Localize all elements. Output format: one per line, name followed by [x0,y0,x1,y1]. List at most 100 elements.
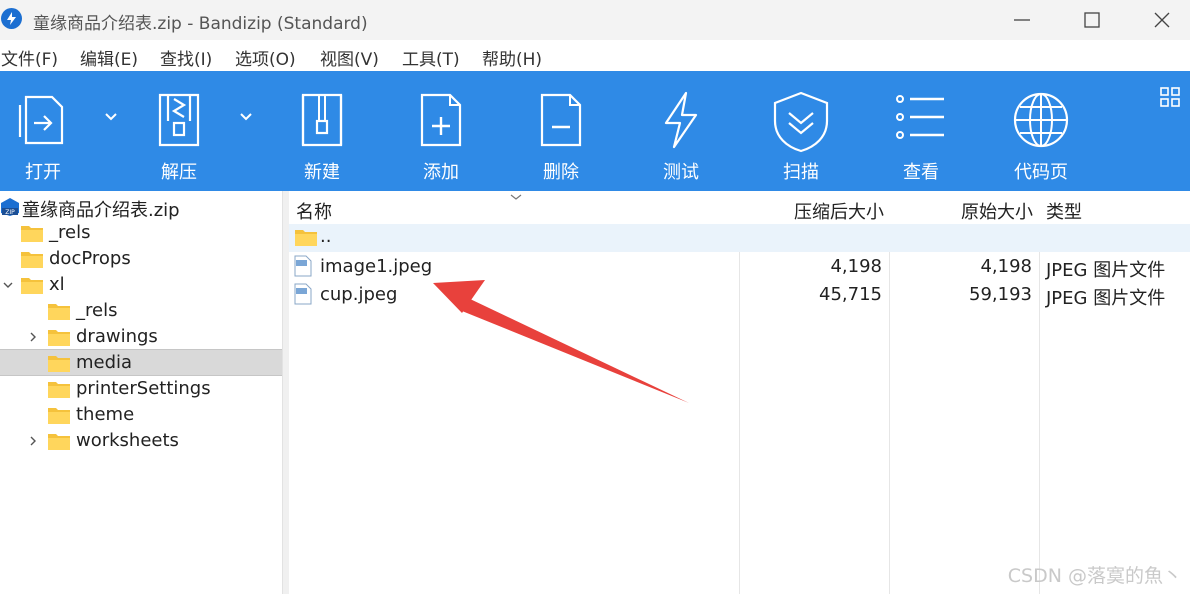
open-label: 打开 [25,162,61,183]
open-button[interactable]: 打开 [0,71,98,191]
test-button[interactable]: 测试 [626,71,736,191]
menu-find[interactable]: 查找(I) [160,45,212,70]
globe-icon [1013,92,1069,148]
folder-icon [21,278,43,294]
tree-item-label: drawings [76,326,158,347]
folder-icon [295,230,317,246]
tree-item-label: worksheets [76,430,179,451]
menu-bar: 文件(F) 编辑(E) 查找(I) 选项(O) 视图(V) 工具(T) 帮助(H… [0,40,1190,71]
extract-label: 解压 [161,162,197,183]
original-size: 59,193 [969,284,1032,305]
file-type: JPEG 图片文件 [1046,260,1166,281]
menu-tools[interactable]: 工具(T) [402,45,460,70]
add-label: 添加 [423,162,459,183]
folder-icon [48,408,70,424]
delete-label: 删除 [543,162,579,183]
folder-icon [48,304,70,320]
chevron-right-icon[interactable] [27,435,39,447]
tree-item-label: docProps [49,248,131,269]
new-archive-icon [301,93,343,147]
folder-icon [48,356,70,372]
view-icon [896,95,944,139]
maximize-icon [1084,12,1100,28]
close-button[interactable] [1127,0,1190,40]
minimize-icon [1014,19,1030,21]
add-icon [420,93,462,147]
view-button[interactable]: 查看 [866,71,976,191]
zip-archive-icon: ZIP [1,198,19,216]
folder-icon [21,226,43,242]
maximize-button[interactable] [1057,0,1127,40]
column-header-name[interactable]: 名称 [296,198,332,224]
compressed-size: 4,198 [830,256,882,277]
jpeg-file-icon [294,283,312,305]
svg-text:ZIP: ZIP [5,209,15,216]
test-label: 测试 [663,162,699,183]
close-icon [1154,12,1170,28]
new-archive-button[interactable]: 新建 [267,71,377,191]
scan-icon [773,91,829,153]
column-header-compressed[interactable]: 压缩后大小 [794,198,884,224]
tree-item-label: printerSettings [76,378,211,399]
tree-item-theme[interactable]: theme [0,402,282,428]
tree-item-xl-rels[interactable]: _rels [0,298,282,324]
tree-item-label: media [76,352,133,373]
tree-item-worksheets[interactable]: worksheets [0,428,282,454]
menu-help[interactable]: 帮助(H) [482,45,542,70]
tree-item-docprops[interactable]: docProps [0,246,282,272]
layout-grid-icon[interactable] [1160,87,1180,107]
delete-icon [540,93,582,147]
folder-icon [48,330,70,346]
tree-item-label: _rels [76,300,118,321]
add-button[interactable]: 添加 [386,71,496,191]
extract-dropdown-chevron-icon[interactable] [238,111,254,123]
tree-item-media[interactable]: media [0,349,282,376]
delete-button[interactable]: 删除 [506,71,616,191]
tree-item-label: xl [49,274,65,295]
tree-root[interactable]: ZIP 童缘商品介绍表.zip [0,194,282,221]
tree-item-drawings[interactable]: drawings [0,324,282,350]
scan-label: 扫描 [783,162,819,183]
compressed-size: 45,715 [819,284,882,305]
codepage-button[interactable]: 代码页 [986,71,1096,191]
folder-icon [48,382,70,398]
open-dropdown-chevron-icon[interactable] [103,111,119,123]
file-list: 名称 压缩后大小 原始大小 类型 .. image1.jpeg 4,198 4,… [289,191,1190,594]
table-row[interactable]: image1.jpeg 4,198 4,198 JPEG 图片文件 [289,252,1190,281]
original-size: 4,198 [980,256,1032,277]
column-header-type[interactable]: 类型 [1046,198,1082,224]
new-archive-label: 新建 [304,162,340,183]
menu-options[interactable]: 选项(O) [235,45,296,70]
view-label: 查看 [903,162,939,183]
menu-file[interactable]: 文件(F) [1,45,58,70]
menu-view[interactable]: 视图(V) [320,45,379,70]
scan-button[interactable]: 扫描 [746,71,856,191]
folder-icon [21,252,43,268]
window-title: 童缘商品介绍表.zip - Bandizip (Standard) [33,14,368,34]
tree-root-label: 童缘商品介绍表.zip [22,200,180,221]
minimize-button[interactable] [987,0,1057,40]
tree-item-printersettings[interactable]: printerSettings [0,376,282,402]
file-name: cup.jpeg [320,284,398,305]
extract-button[interactable]: 解压 [124,71,234,191]
menu-edit[interactable]: 编辑(E) [80,45,138,70]
watermark: CSDN @落寞的魚丶 [1007,565,1182,587]
column-header-original[interactable]: 原始大小 [961,198,1033,224]
chevron-right-icon[interactable] [27,331,39,343]
file-type: JPEG 图片文件 [1046,288,1166,309]
tree-item-label: _rels [49,222,91,243]
file-name: image1.jpeg [320,256,433,277]
sort-chevron-icon [510,194,522,200]
folder-tree: ZIP 童缘商品介绍表.zip _rels docProps xl _rels … [0,191,282,594]
chevron-down-icon[interactable] [2,279,14,291]
folder-icon [48,434,70,450]
tree-item-label: theme [76,404,135,425]
parent-folder-label: .. [320,226,332,247]
tree-item-xl[interactable]: xl [0,272,282,298]
jpeg-file-icon [294,255,312,277]
codepage-label: 代码页 [1014,162,1068,183]
table-row[interactable]: cup.jpeg 45,715 59,193 JPEG 图片文件 [289,280,1190,309]
parent-folder-row[interactable]: .. [289,224,1190,252]
tree-item-rels[interactable]: _rels [0,220,282,246]
test-icon [664,91,698,149]
